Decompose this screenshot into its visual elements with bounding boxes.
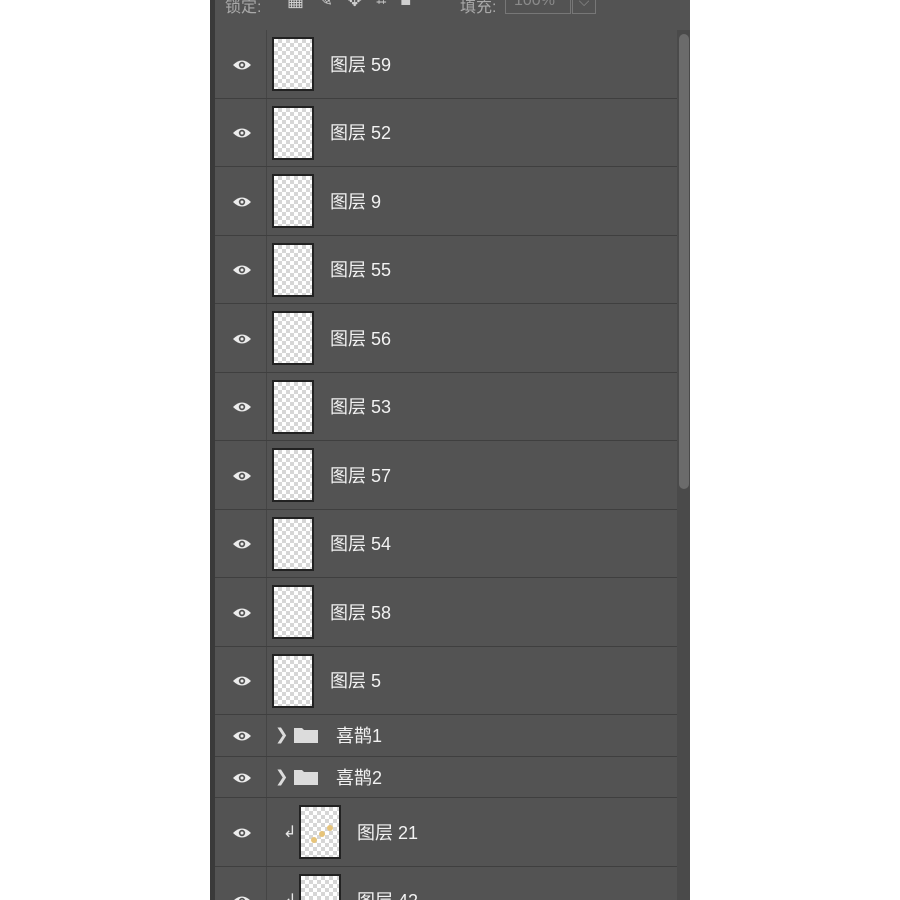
eye-icon[interactable] — [232, 606, 252, 618]
folder-icon — [293, 768, 319, 786]
visibility-toggle[interactable] — [215, 578, 267, 646]
layer-thumbnail[interactable] — [272, 37, 314, 91]
visibility-toggle[interactable] — [215, 441, 267, 509]
eye-icon[interactable] — [232, 400, 252, 412]
layers-panel: 锁定: ▦ ✎ ✥ ⌗ ■ 填充: 100% ⌵ 图层 59 图层 52 图层 9图… — [210, 0, 690, 900]
eye-icon[interactable] — [232, 126, 252, 138]
layer-name[interactable]: 图层 59 — [330, 51, 391, 77]
layer-name[interactable]: 图层 55 — [330, 256, 391, 282]
visibility-toggle[interactable] — [215, 98, 267, 166]
layer-row[interactable]: 图层 57 — [215, 441, 677, 510]
layer-name[interactable]: 图层 42 — [357, 887, 418, 900]
layer-thumbnail[interactable] — [272, 105, 314, 160]
folder-icon — [293, 726, 319, 744]
visibility-toggle[interactable] — [215, 866, 267, 900]
layer-row[interactable]: ↲ 图层 21 — [215, 798, 677, 867]
layer-thumbnail[interactable] — [272, 311, 314, 365]
visibility-toggle[interactable] — [215, 372, 267, 440]
chevron-right-icon[interactable]: ❯ — [275, 766, 288, 786]
layer-name[interactable]: 图层 5 — [330, 667, 381, 693]
fill-input[interactable]: 100% — [505, 0, 571, 14]
thumbnail-sparkle — [319, 831, 325, 837]
layer-row[interactable]: 图层 53 — [215, 372, 677, 441]
layer-thumbnail[interactable] — [299, 805, 341, 859]
layer-row[interactable]: 图层 5 — [215, 646, 677, 715]
visibility-toggle[interactable] — [215, 304, 267, 372]
layer-name[interactable]: 图层 56 — [330, 325, 391, 351]
layer-row[interactable]: 图层 58 — [215, 578, 677, 647]
layer-name[interactable]: 喜鹊1 — [336, 722, 382, 748]
layer-thumbnail[interactable] — [299, 873, 341, 900]
layer-row[interactable]: 图层 9 — [215, 167, 677, 236]
eye-icon[interactable] — [232, 332, 252, 344]
lock-bar: 锁定: ▦ ✎ ✥ ⌗ ■ 填充: 100% ⌵ — [215, 0, 690, 30]
layer-group-row[interactable]: ❯ 喜鹊2 — [215, 756, 677, 798]
layer-thumbnail[interactable] — [272, 516, 314, 571]
layer-name[interactable]: 图层 58 — [330, 599, 391, 625]
layer-thumbnail[interactable] — [272, 653, 314, 708]
layer-thumbnail[interactable] — [272, 242, 314, 297]
layer-row[interactable]: 图层 56 — [215, 304, 677, 373]
visibility-toggle[interactable] — [215, 30, 267, 98]
layer-name[interactable]: 图层 21 — [357, 819, 418, 845]
visibility-toggle[interactable] — [215, 509, 267, 577]
layer-name[interactable]: 图层 54 — [330, 530, 391, 556]
chevron-right-icon[interactable]: ❯ — [275, 725, 288, 745]
eye-icon[interactable] — [232, 674, 252, 686]
eye-icon[interactable] — [232, 58, 252, 70]
lock-position-icon[interactable]: ✥ — [347, 0, 362, 9]
lock-all-icon[interactable]: ■ — [400, 0, 411, 9]
layer-name[interactable]: 图层 57 — [330, 462, 391, 488]
layer-thumbnail[interactable] — [272, 379, 314, 434]
eye-icon[interactable] — [232, 894, 252, 900]
visibility-toggle[interactable] — [215, 235, 267, 303]
visibility-toggle[interactable] — [215, 715, 267, 756]
layer-thumbnail[interactable] — [272, 585, 314, 639]
thumbnail-sparkle — [311, 837, 317, 843]
lock-image-pixels-icon[interactable]: ✎ — [318, 0, 333, 9]
scrollbar-thumb[interactable] — [679, 34, 689, 489]
fill-dropdown-button[interactable]: ⌵ — [572, 0, 596, 14]
layer-row[interactable]: 图层 52 — [215, 98, 677, 167]
eye-icon[interactable] — [232, 826, 252, 838]
visibility-toggle[interactable] — [215, 756, 267, 797]
layer-thumbnail[interactable] — [272, 448, 314, 502]
eye-icon[interactable] — [232, 469, 252, 481]
thumbnail-sparkle — [327, 825, 333, 831]
layer-name[interactable]: 图层 53 — [330, 393, 391, 419]
eye-icon[interactable] — [232, 537, 252, 549]
lock-label: 锁定: — [225, 0, 262, 16]
eye-icon[interactable] — [232, 195, 252, 207]
fill-label: 填充: — [460, 0, 497, 16]
lock-transparent-pixels-icon[interactable]: ▦ — [287, 0, 304, 9]
layer-list: 图层 59 图层 52 图层 9 图层 55 图层 56 图层 53 图层 57 图层 54 图… — [215, 30, 677, 900]
scrollbar[interactable] — [677, 30, 690, 900]
visibility-toggle[interactable] — [215, 798, 267, 866]
layer-thumbnail[interactable] — [272, 174, 314, 228]
layer-row[interactable]: 图层 54 — [215, 509, 677, 578]
lock-icons: ▦ ✎ ✥ ⌗ ■ — [287, 0, 411, 9]
clipping-mask-arrow-icon: ↲ — [283, 823, 297, 841]
eye-icon[interactable] — [232, 263, 252, 275]
eye-icon[interactable] — [232, 729, 252, 741]
layer-group-row[interactable]: ❯ 喜鹊1 — [215, 715, 677, 757]
layer-row[interactable]: 图层 59 — [215, 30, 677, 99]
visibility-toggle[interactable] — [215, 167, 267, 235]
visibility-toggle[interactable] — [215, 646, 267, 714]
layer-row[interactable]: ↲ 图层 42 — [215, 866, 677, 900]
clipping-mask-arrow-icon: ↲ — [283, 890, 296, 900]
eye-icon[interactable] — [232, 771, 252, 783]
layer-name[interactable]: 图层 9 — [330, 188, 381, 214]
lock-artboard-icon[interactable]: ⌗ — [376, 0, 386, 9]
layer-name[interactable]: 喜鹊2 — [336, 764, 382, 790]
layer-name[interactable]: 图层 52 — [330, 119, 391, 145]
layer-row[interactable]: 图层 55 — [215, 235, 677, 304]
